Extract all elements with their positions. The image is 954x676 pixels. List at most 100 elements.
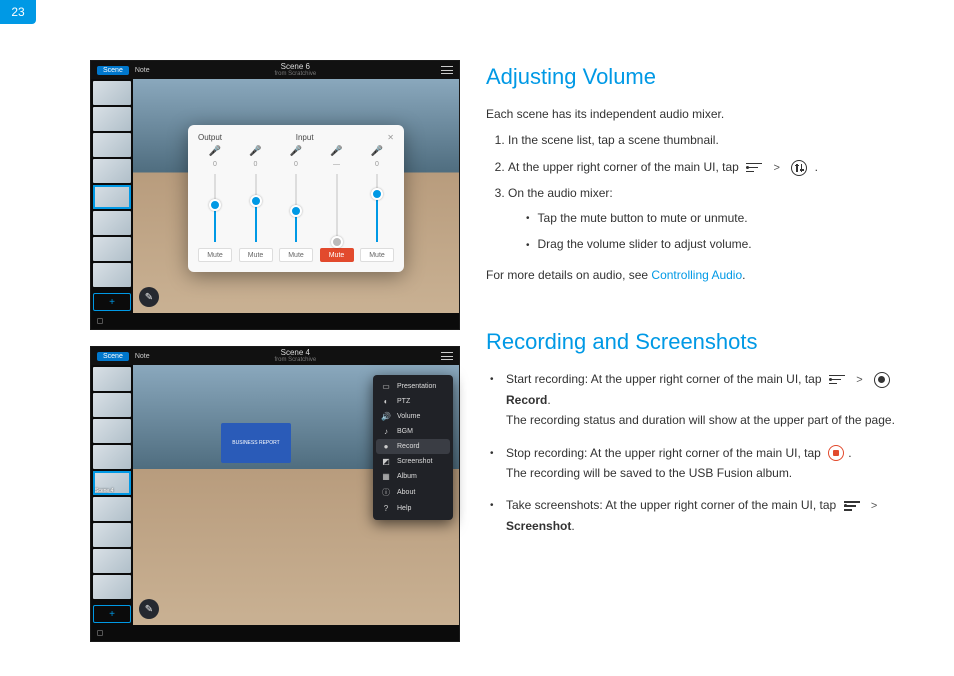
menu-item-label: About: [397, 489, 415, 496]
menu-item-about[interactable]: ⓘ About: [373, 484, 453, 501]
menu-icon[interactable]: [441, 66, 453, 74]
scene-thumb[interactable]: [93, 133, 131, 157]
volume-slider[interactable]: [295, 174, 297, 242]
mic-icon: 🎤: [330, 146, 342, 157]
scene-thumb[interactable]: [93, 445, 131, 469]
menu-item-icon: ▦: [381, 472, 391, 481]
sliders-icon: [789, 161, 809, 175]
mute-button[interactable]: Mute: [198, 248, 232, 262]
menu-item-album[interactable]: ▦Album: [373, 469, 453, 484]
channel-value: 0: [294, 161, 298, 168]
scene-thumb[interactable]: [93, 367, 131, 391]
scene-thumb[interactable]: [93, 211, 131, 235]
menu-item-label: Help: [397, 505, 411, 512]
menu-item-icon: ◐: [381, 397, 391, 406]
menu-item-bgm[interactable]: ♪BGM: [373, 424, 453, 439]
add-scene-button[interactable]: +: [93, 293, 131, 311]
mixer-channel: 🎤 0 Mute: [198, 146, 232, 262]
edit-icon[interactable]: ✎: [139, 599, 159, 619]
menu-item-icon: ♪: [381, 427, 391, 436]
step-2: At the upper right corner of the main UI…: [508, 157, 924, 178]
scene-pill[interactable]: Scene: [97, 352, 129, 361]
menu-item-icon: ⓘ: [381, 487, 391, 498]
record-icon: [872, 373, 892, 387]
mixer-channel: 🎤 0 Mute: [239, 146, 273, 262]
main-preview: Output Input ✕ 🎤0Mute🎤0Mute🎤0Mute🎤—Mute🎤…: [133, 79, 459, 313]
link-controlling-audio[interactable]: Controlling Audio: [651, 268, 742, 282]
menu-lines-icon: [827, 373, 847, 387]
mixer-channel: 🎤 — Mute: [320, 146, 354, 262]
mic-icon: 🎤: [249, 146, 261, 157]
mixer-tab-input[interactable]: Input: [296, 133, 314, 142]
volume-slider[interactable]: [214, 174, 216, 242]
mute-button[interactable]: Mute: [239, 248, 273, 262]
menu-item-record[interactable]: ●Record: [376, 439, 450, 454]
scene-thumb[interactable]: [93, 523, 131, 547]
menu-item-icon: ?: [381, 504, 391, 513]
menu-icon[interactable]: [441, 352, 453, 360]
note-tab[interactable]: Note: [135, 353, 150, 360]
bottom-indicator: [97, 318, 103, 324]
mixer-channel: 🎤 0 Mute: [360, 146, 394, 262]
keyword-record: Record: [506, 393, 547, 407]
bullet-stop-recording: Stop recording: At the upper right corne…: [490, 443, 924, 484]
menu-item-screenshot[interactable]: ◩Screenshot: [373, 454, 453, 469]
scene-thumb[interactable]: [93, 419, 131, 443]
volume-slider[interactable]: [376, 174, 378, 242]
audio-mixer-panel: Output Input ✕ 🎤0Mute🎤0Mute🎤0Mute🎤—Mute🎤…: [188, 125, 404, 272]
edit-icon[interactable]: ✎: [139, 287, 159, 307]
mixer-tab-output[interactable]: Output: [198, 133, 222, 142]
menu-item-label: PTZ: [397, 398, 410, 405]
mute-button[interactable]: Mute: [360, 248, 394, 262]
presentation-board: BUSINESS REPORT: [221, 423, 291, 463]
screenshot-record-menu: Scene Note Scene 4 from Scratchive Scene…: [90, 346, 460, 642]
scene-thumb-selected[interactable]: [93, 185, 131, 209]
scene-thumb[interactable]: [93, 575, 131, 599]
volume-slider[interactable]: [255, 174, 257, 242]
keyword-screenshot: Screenshot: [506, 519, 571, 533]
menu-item-icon: ▭: [381, 382, 391, 391]
scene-thumb-selected[interactable]: Scene 4: [93, 471, 131, 495]
menu-item-help[interactable]: ? Help: [373, 501, 453, 516]
scene-thumb[interactable]: [93, 263, 131, 287]
scene-thumb[interactable]: [93, 237, 131, 261]
channel-value: 0: [375, 161, 379, 168]
add-scene-button[interactable]: +: [93, 605, 131, 623]
scene-thumb[interactable]: [93, 107, 131, 131]
menu-item-presentation[interactable]: ▭Presentation: [373, 379, 453, 394]
scene-thumb[interactable]: [93, 393, 131, 417]
menu-lines-icon: [842, 499, 862, 513]
menu-item-volume[interactable]: 🔊Volume: [373, 409, 453, 424]
step-1: In the scene list, tap a scene thumbnail…: [508, 130, 924, 150]
mic-icon: 🎤: [290, 146, 302, 157]
scene-title: Scene 4 from Scratchive: [156, 349, 435, 363]
channel-value: —: [333, 161, 340, 168]
mute-button[interactable]: Mute: [320, 248, 354, 262]
scene-pill[interactable]: Scene: [97, 66, 129, 75]
menu-item-icon: ◩: [381, 457, 391, 466]
scene-thumb[interactable]: [93, 549, 131, 573]
scene-thumb[interactable]: [93, 81, 131, 105]
menu-lines-icon: [744, 161, 764, 175]
note-tab[interactable]: Note: [135, 67, 150, 74]
menu-item-ptz[interactable]: ◐ PTZ: [373, 394, 453, 409]
screenshot-audio-mixer: Scene Note Scene 6 from Scratchive: [90, 60, 460, 330]
scene-thumb[interactable]: [93, 159, 131, 183]
scene-thumb[interactable]: [93, 497, 131, 521]
volume-slider[interactable]: [336, 174, 338, 242]
main-menu-popover: ▭Presentation ◐ PTZ 🔊Volume♪BGM●Record◩Scre…: [373, 375, 453, 520]
menu-item-label: Volume: [397, 413, 420, 420]
mic-icon: 🎤: [371, 146, 383, 157]
step-3: On the audio mixer: Tap the mute button …: [508, 183, 924, 254]
scene-title: Scene 6 from Scratchive: [156, 63, 435, 77]
close-icon[interactable]: ✕: [387, 133, 394, 142]
breadcrumb-separator: >: [856, 374, 862, 386]
bullet-start-recording: Start recording: At the upper right corn…: [490, 369, 924, 430]
channel-value: 0: [254, 161, 258, 168]
mute-button[interactable]: Mute: [279, 248, 313, 262]
intro-text: Each scene has its independent audio mix…: [486, 104, 924, 124]
menu-item-label: Record: [397, 443, 420, 450]
mic-icon: 🎤: [209, 146, 221, 157]
channel-value: 0: [213, 161, 217, 168]
breadcrumb-separator: >: [773, 162, 779, 174]
